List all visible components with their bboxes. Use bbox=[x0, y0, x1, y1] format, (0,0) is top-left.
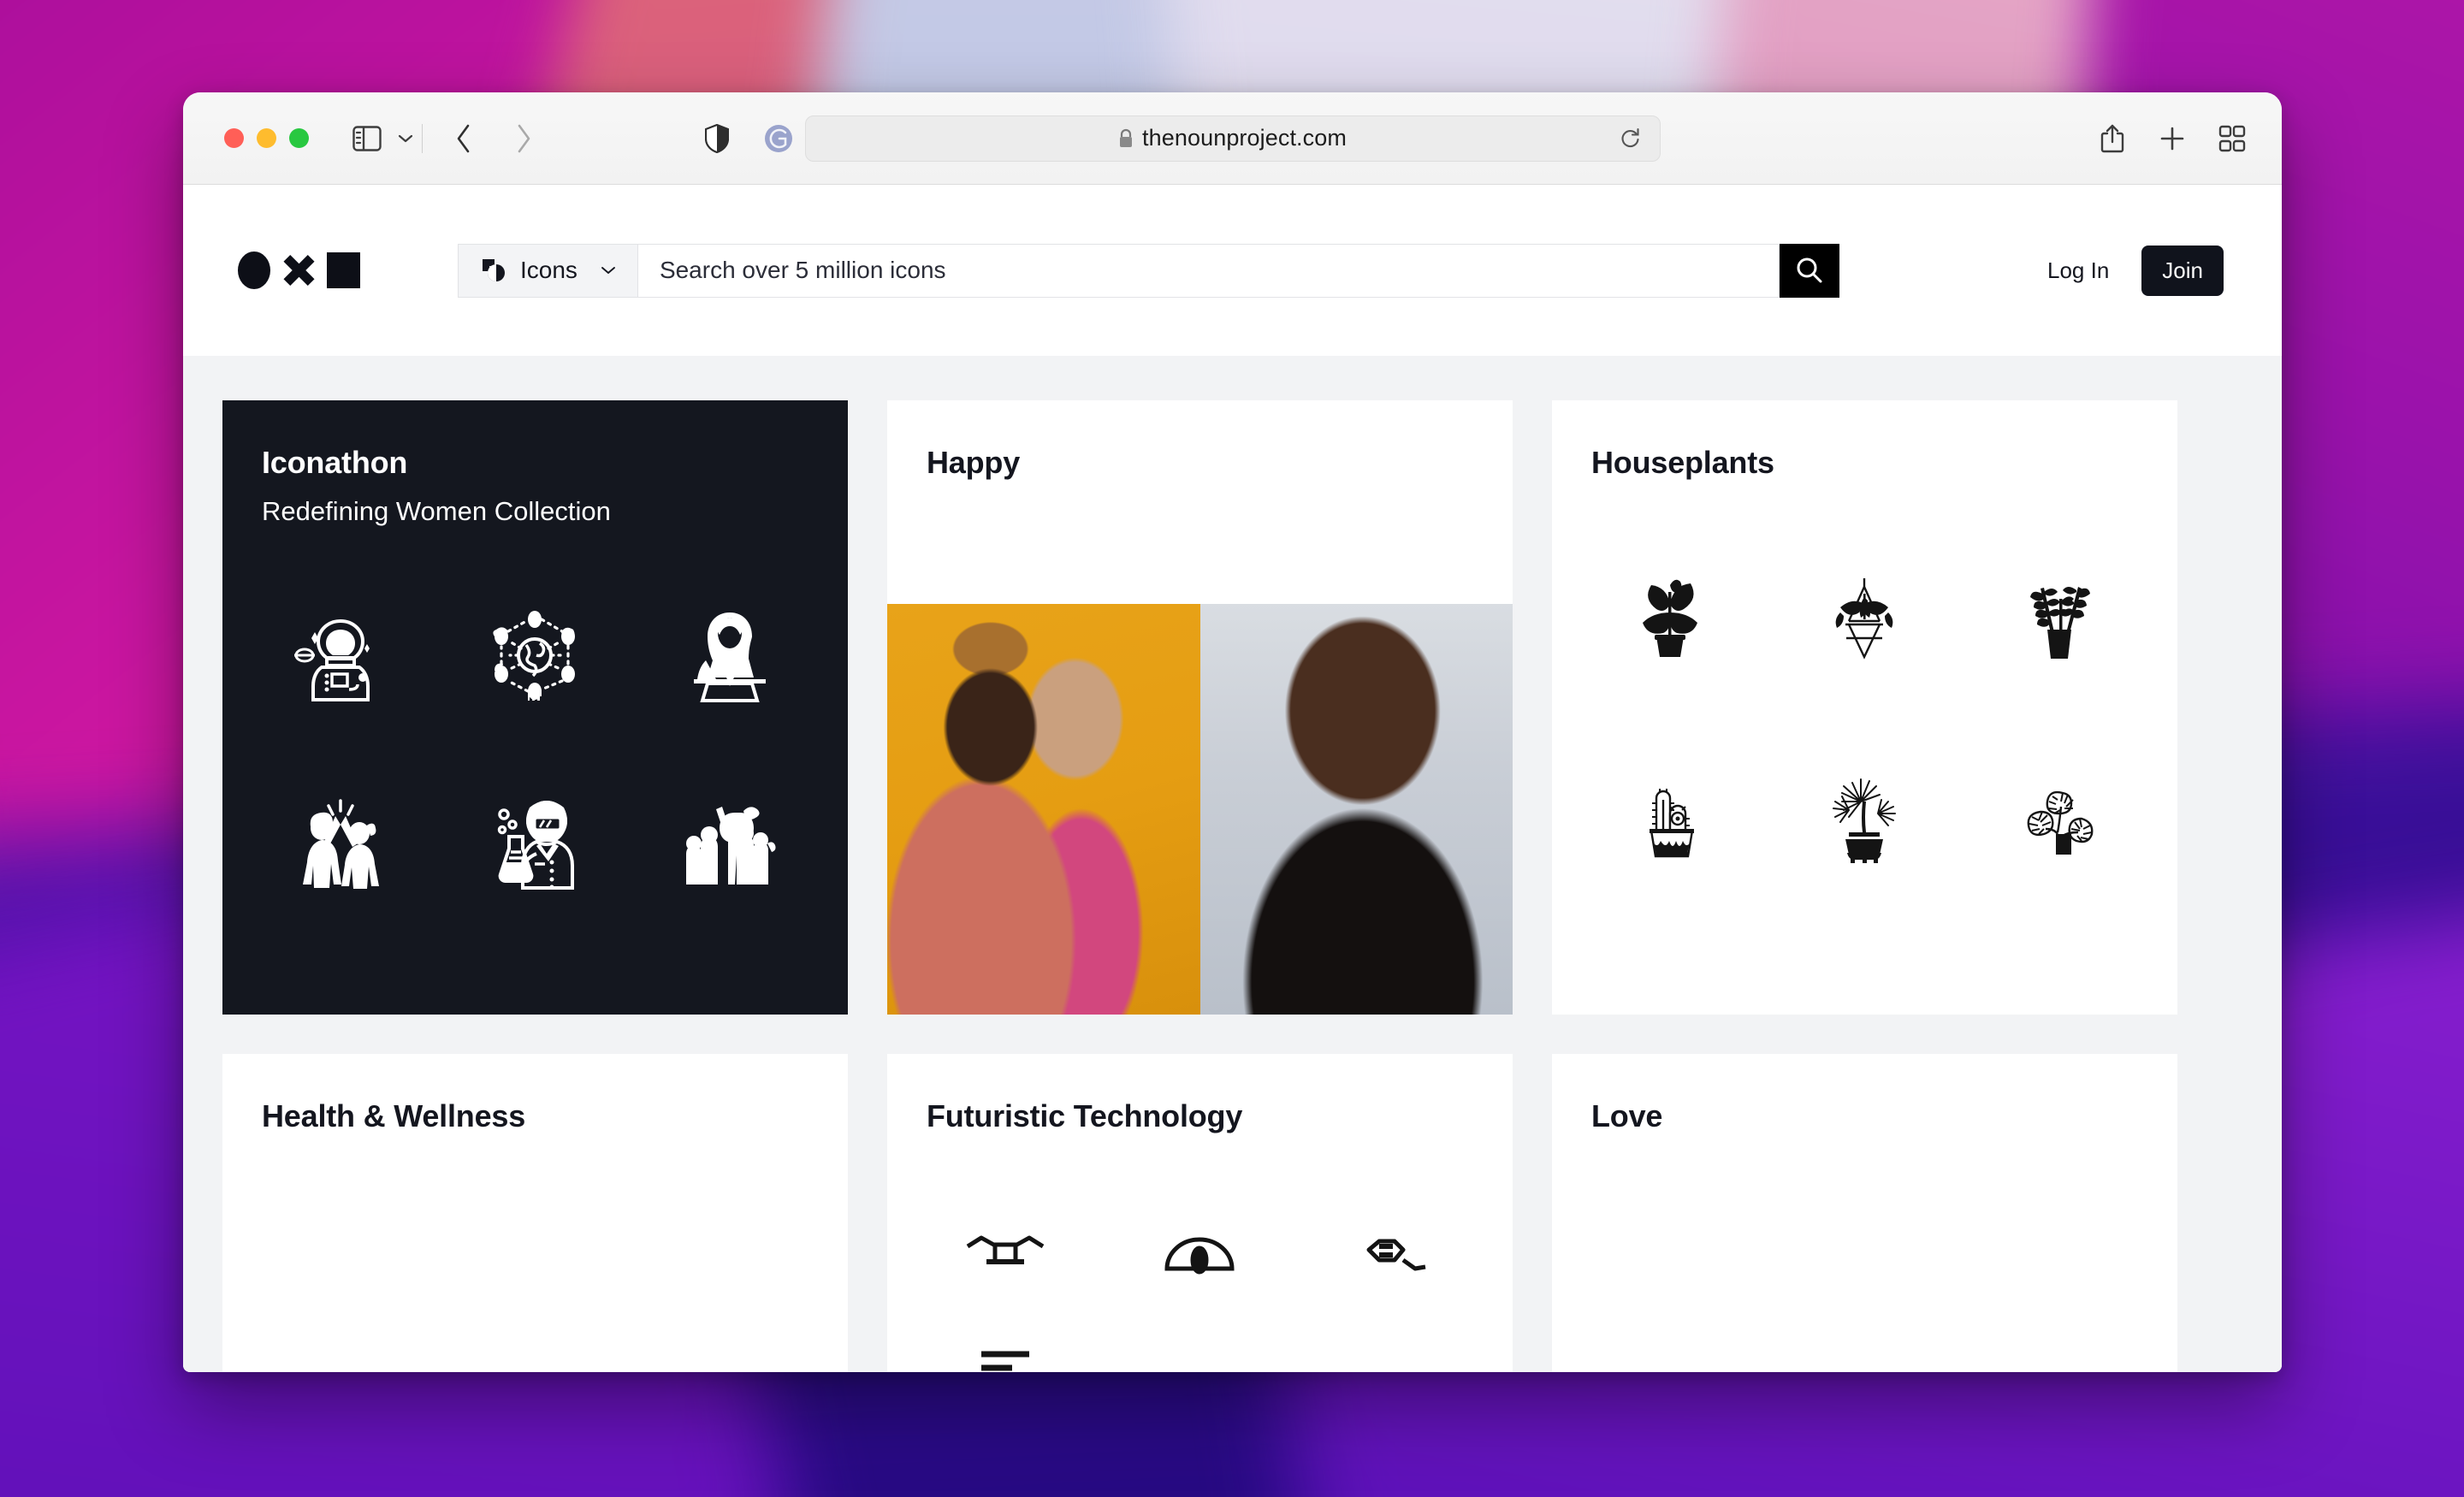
search-input[interactable] bbox=[659, 257, 1779, 284]
woman-at-desk-icon[interactable] bbox=[674, 600, 785, 711]
sidebar-icon[interactable] bbox=[343, 115, 391, 163]
card-subtitle: Redefining Women Collection bbox=[262, 496, 611, 526]
back-chevron-icon[interactable] bbox=[440, 115, 488, 163]
tall-vase-plant-icon[interactable] bbox=[2004, 564, 2115, 675]
potted-leafy-plant-icon[interactable] bbox=[1614, 564, 1726, 675]
log-in-link[interactable]: Log In bbox=[2047, 257, 2109, 284]
plus-icon[interactable] bbox=[2148, 115, 2196, 163]
window-controls[interactable] bbox=[224, 128, 309, 148]
search-type-select[interactable]: Icons bbox=[458, 243, 637, 298]
data-lines-icon[interactable] bbox=[950, 1297, 1061, 1372]
desktop-wallpaper: thenounproject.com Icons Search over 5 m… bbox=[0, 0, 2464, 1497]
lock-icon bbox=[1118, 128, 1134, 149]
women-high-five-icon[interactable] bbox=[285, 788, 396, 899]
chevron-down-icon bbox=[600, 265, 617, 275]
collection-card-health-wellness[interactable]: Health & Wellness bbox=[222, 1054, 848, 1372]
tab-overview-icon[interactable] bbox=[2208, 115, 2256, 163]
page-content: Icons Search over 5 million icons Log In… bbox=[183, 185, 2282, 1372]
hanging-planter-icon[interactable] bbox=[1809, 564, 1920, 675]
card-title: Futuristic Technology bbox=[927, 1098, 1243, 1133]
photo-preview-row bbox=[887, 604, 1513, 1015]
collection-card-futuristic-technology[interactable]: Futuristic Technology bbox=[887, 1054, 1513, 1372]
share-icon[interactable] bbox=[2088, 115, 2136, 163]
search-icon bbox=[1795, 256, 1824, 285]
robot-arm-icon[interactable] bbox=[1339, 1186, 1450, 1297]
photo-smiling-person-sky[interactable] bbox=[1199, 604, 1513, 1015]
card-title: Love bbox=[1591, 1098, 1663, 1133]
collection-card-iconathon[interactable]: Iconathon Redefining Women Collection bbox=[222, 400, 848, 1015]
woman-scientist-icon[interactable] bbox=[479, 788, 590, 899]
site-header: Icons Search over 5 million icons Log In… bbox=[183, 185, 2282, 356]
collection-card-happy[interactable]: Happy bbox=[887, 400, 1513, 1015]
grammarly-extension-icon[interactable] bbox=[755, 115, 803, 163]
privacy-shield-icon[interactable] bbox=[693, 115, 741, 163]
vr-headset-icon[interactable] bbox=[1144, 1186, 1255, 1297]
minimize-button[interactable] bbox=[257, 128, 276, 148]
logo-x-shape bbox=[281, 253, 316, 287]
url-text: thenounproject.com bbox=[1142, 125, 1347, 151]
icon-preview-grid bbox=[1552, 518, 2177, 920]
search-bar: Icons bbox=[458, 243, 1839, 298]
toolbar-divider bbox=[422, 123, 423, 153]
global-women-network-icon[interactable] bbox=[479, 600, 590, 711]
address-bar[interactable]: thenounproject.com bbox=[804, 115, 1661, 162]
noun-project-logo[interactable] bbox=[238, 251, 360, 289]
card-title: Houseplants bbox=[1591, 445, 1774, 480]
card-title: Iconathon bbox=[262, 445, 408, 480]
header-account-actions: Log In Join bbox=[2047, 245, 2224, 296]
sidebar-chevron-down-icon[interactable] bbox=[391, 115, 420, 163]
palm-in-pot-icon[interactable] bbox=[1809, 765, 1920, 876]
search-type-label: Icons bbox=[520, 257, 578, 283]
toolbar-right-actions bbox=[2088, 115, 2256, 163]
search-input-container bbox=[637, 243, 1780, 298]
card-title: Health & Wellness bbox=[262, 1098, 526, 1133]
logo-circle-shape bbox=[238, 251, 270, 289]
close-button[interactable] bbox=[224, 128, 244, 148]
woman-leader-crowd-icon[interactable] bbox=[674, 788, 785, 899]
drone-icon[interactable] bbox=[950, 1186, 1061, 1297]
maximize-button[interactable] bbox=[289, 128, 309, 148]
collections-grid: Iconathon Redefining Women Collection Ha… bbox=[183, 356, 2282, 1372]
photo-two-people-laughing-yellow[interactable] bbox=[887, 604, 1200, 1015]
icon-preview-grid bbox=[887, 1186, 1513, 1372]
collection-card-houseplants[interactable]: Houseplants bbox=[1552, 400, 2177, 1015]
card-title: Happy bbox=[927, 445, 1021, 480]
join-button[interactable]: Join bbox=[2141, 245, 2224, 296]
browser-toolbar: thenounproject.com bbox=[183, 92, 2282, 185]
logo-square-shape bbox=[327, 252, 360, 288]
shapes-icon bbox=[481, 257, 506, 283]
cactus-pot-icon[interactable] bbox=[1614, 765, 1726, 876]
icon-preview-grid bbox=[222, 561, 848, 938]
forward-chevron-icon[interactable] bbox=[500, 115, 548, 163]
browser-window: thenounproject.com Icons Search over 5 m… bbox=[183, 92, 2282, 1372]
reload-icon[interactable] bbox=[1620, 127, 1641, 150]
astronaut-woman-icon[interactable] bbox=[285, 600, 396, 711]
search-button[interactable] bbox=[1780, 243, 1839, 298]
collection-card-love[interactable]: Love bbox=[1552, 1054, 2177, 1372]
monstera-plant-icon[interactable] bbox=[2004, 765, 2115, 876]
